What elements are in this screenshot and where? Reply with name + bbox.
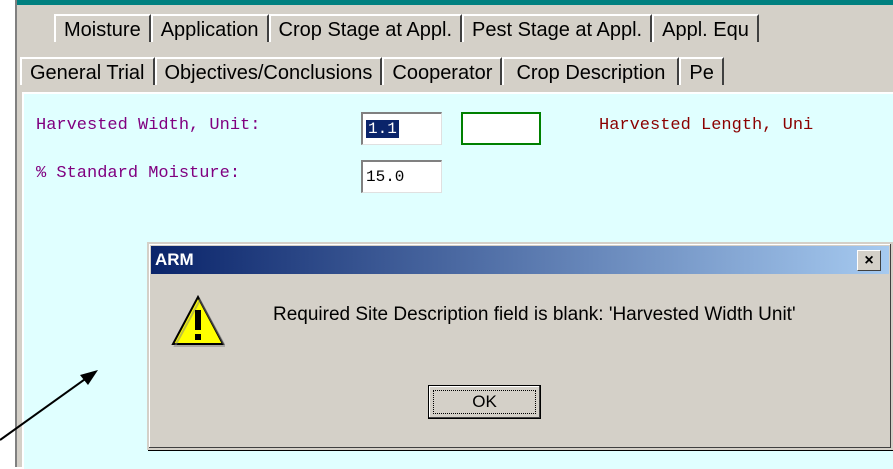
- standard-moisture-field[interactable]: 15.0: [361, 160, 442, 193]
- tab-appl-equip[interactable]: Appl. Equ: [652, 14, 759, 42]
- arrow-annotation: [0, 370, 98, 441]
- tab-pe[interactable]: Pe: [679, 57, 724, 85]
- dialog-titlebar[interactable]: ARM ×: [151, 246, 889, 274]
- tab-objectives[interactable]: Objectives/Conclusions: [154, 57, 383, 85]
- dialog-title: ARM: [155, 250, 194, 269]
- harvested-length-label: Harvested Length, Uni: [599, 116, 814, 135]
- top-border: [17, 0, 893, 5]
- harvested-width-label: Harvested Width, Unit:: [36, 116, 261, 135]
- ok-button[interactable]: OK: [428, 385, 541, 419]
- close-icon: ×: [864, 252, 874, 269]
- close-button[interactable]: ×: [857, 250, 881, 271]
- tab-general-trial[interactable]: General Trial: [20, 57, 155, 85]
- tab-crop-stage[interactable]: Crop Stage at Appl.: [268, 14, 462, 42]
- tab-row-front: General Trial Objectives/Conclusions Coo…: [20, 57, 724, 87]
- tab-application[interactable]: Application: [150, 14, 269, 42]
- harvested-width-value: 1.1: [366, 120, 399, 138]
- harvested-width-field[interactable]: 1.1: [361, 112, 442, 145]
- dialog-message: Required Site Description field is blank…: [273, 304, 796, 325]
- tab-pest-stage[interactable]: Pest Stage at Appl.: [462, 14, 653, 42]
- standard-moisture-label: % Standard Moisture:: [36, 164, 241, 183]
- tab-moisture[interactable]: Moisture: [54, 14, 151, 42]
- warning-icon: [171, 294, 225, 347]
- tab-row-back: Moisture Application Crop Stage at Appl.…: [54, 14, 759, 44]
- focus-ring: [433, 390, 536, 414]
- harvested-width-unit-field[interactable]: [461, 112, 541, 145]
- error-dialog: ARM × Required Site Description field is…: [147, 242, 893, 450]
- tab-cooperator[interactable]: Cooperator: [382, 57, 503, 85]
- tab-crop-description[interactable]: Crop Description: [502, 57, 680, 85]
